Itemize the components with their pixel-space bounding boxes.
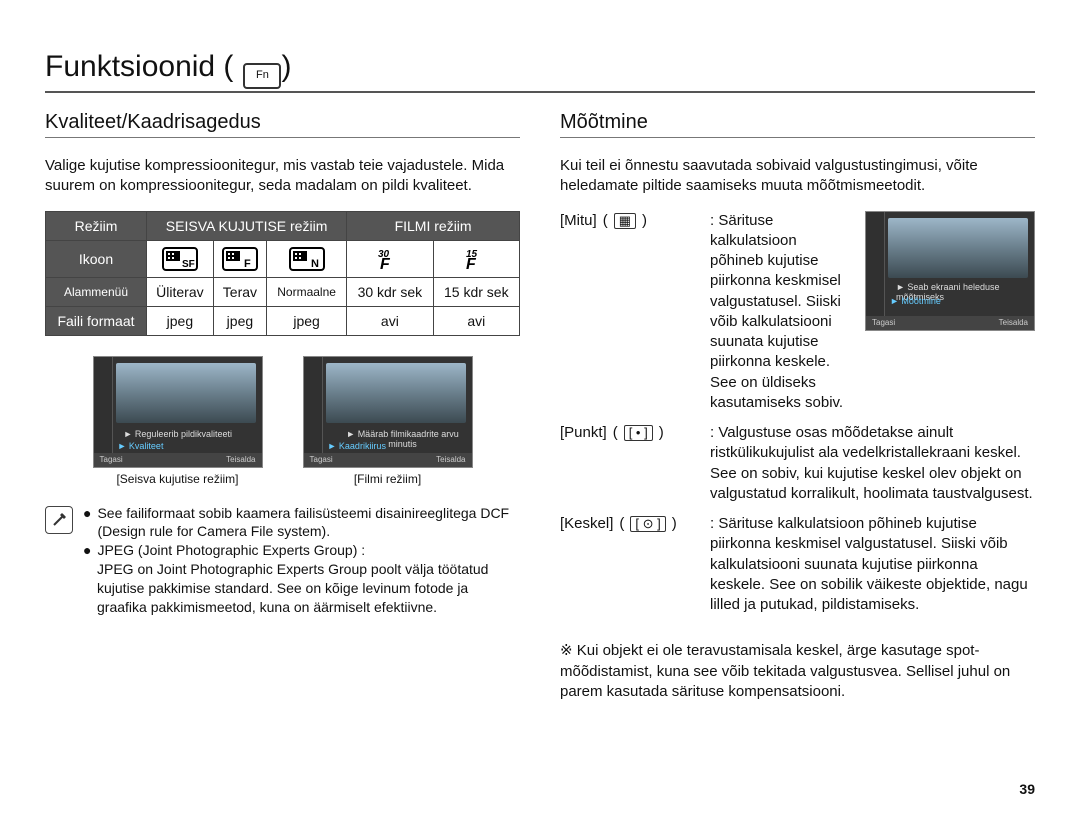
th-icon: Ikoon <box>46 240 147 277</box>
sub-2: Normaalne <box>267 277 347 306</box>
svg-text:N: N <box>311 258 319 270</box>
spec-table: Režiim SEISVA KUJUTISE režiim FILMI reži… <box>45 211 520 336</box>
icon-sf: SF <box>146 240 213 277</box>
body-1: Valgustuse osas mõõdetakse ainult ristkü… <box>710 424 1033 502</box>
shot1-br: Teisalda <box>436 455 465 464</box>
sub-0: Üliterav <box>146 277 213 306</box>
th-file: Faili formaat <box>46 306 147 335</box>
shot0-hl: Kvaliteet <box>129 441 164 451</box>
def-mitu: [Mitu] (▦) : Särituse kalkulatsioon põhi… <box>560 211 853 414</box>
shot1-cap: [Filmi režiim] <box>303 472 473 486</box>
sub-3: 30 kdr sek <box>347 277 433 306</box>
page-title-close: ) <box>281 50 291 84</box>
right-heading: Mõõtmine <box>560 111 1035 138</box>
svg-text:F: F <box>380 256 391 271</box>
fmt-3: avi <box>347 306 433 335</box>
sym-1: [ • ] <box>624 425 653 441</box>
rshot-br: Teisalda <box>999 318 1028 327</box>
sub-4: 15 kdr sek <box>433 277 519 306</box>
fn-icon: Fn <box>243 63 281 89</box>
icon-15f: 15F <box>433 240 519 277</box>
shot-movie: ► Määrab filmikaadrite arvu minutis ► Ka… <box>303 356 473 486</box>
rshot-bl: Tagasi <box>872 318 895 327</box>
rshot-hl: Mõõtmine <box>901 296 941 306</box>
body-0: Särituse kalkulatsioon põhineb kujutise … <box>710 212 843 411</box>
shot0-cap: [Seisva kujutise režiim] <box>93 472 263 486</box>
svg-text:F: F <box>244 258 251 270</box>
note-icon <box>45 506 73 534</box>
left-heading: Kvaliteet/Kaadrisagedus <box>45 111 520 138</box>
note-block: ●See failiformaat sobib kaamera failisüs… <box>45 504 520 617</box>
page-title-row: Funktsioonid ( Fn ) <box>45 50 1035 93</box>
fmt-0: jpeg <box>146 306 213 335</box>
th-still: SEISVA KUJUTISE režiim <box>146 211 346 240</box>
fmt-4: avi <box>433 306 519 335</box>
icon-30f: 30F <box>347 240 433 277</box>
shot0-bl: Tagasi <box>100 455 123 464</box>
shot1-bl: Tagasi <box>310 455 333 464</box>
fmt-1: jpeg <box>213 306 266 335</box>
term-0: [Mitu] <box>560 211 597 231</box>
right-intro: Kui teil ei õnnestu saavutada sobivaid v… <box>560 156 1035 197</box>
shot-still: ► Reguleerib pildikvaliteeti ► Kvaliteet… <box>93 356 263 486</box>
left-column: Kvaliteet/Kaadrisagedus Valige kujutise … <box>45 111 520 702</box>
left-intro: Valige kujutise kompressioonitegur, mis … <box>45 156 520 197</box>
th-mode: Režiim <box>46 211 147 240</box>
def-keskel: [Keskel] ([ ⊙ ]) : Särituse kalkulatsioo… <box>560 514 1035 615</box>
term-2: [Keskel] <box>560 514 613 534</box>
def-punkt: [Punkt] ([ • ]) : Valgustuse osas mõõdet… <box>560 423 1035 504</box>
th-movie: FILMI režiim <box>347 211 520 240</box>
note-2: JPEG on Joint Photographic Experts Group… <box>83 560 520 617</box>
page-title: Funktsioonid ( <box>45 50 233 84</box>
note-1: JPEG (Joint Photographic Experts Group) … <box>97 541 365 560</box>
shot0-line1: Reguleerib pildikvaliteeti <box>135 429 232 439</box>
sub-1: Terav <box>213 277 266 306</box>
th-submenu: Alammenüü <box>46 277 147 306</box>
sym-2: [ ⊙ ] <box>630 516 665 532</box>
body-2: Särituse kalkulatsioon põhineb kujutise … <box>710 515 1028 613</box>
sym-0: ▦ <box>614 213 636 229</box>
asterisk-note: ※ Kui objekt ei ole teravustamisala kesk… <box>560 641 1035 702</box>
asterisk-text: ※ Kui objekt ei ole teravustamisala kesk… <box>560 642 1010 700</box>
right-shot: ► Seab ekraani heleduse mõõtmiseks ► Mõõ… <box>865 211 1035 331</box>
icon-f: F <box>213 240 266 277</box>
icon-n: N <box>267 240 347 277</box>
svg-text:SF: SF <box>182 259 195 270</box>
shot0-br: Teisalda <box>226 455 255 464</box>
term-1: [Punkt] <box>560 423 607 443</box>
page-number: 39 <box>1019 781 1035 797</box>
note-0: See failiformaat sobib kaamera failisüst… <box>97 504 520 542</box>
svg-text:F: F <box>466 256 477 271</box>
shot1-hl: Kaadrikiirus <box>339 441 386 451</box>
fmt-2: jpeg <box>267 306 347 335</box>
right-column: Mõõtmine Kui teil ei õnnestu saavutada s… <box>560 111 1035 702</box>
